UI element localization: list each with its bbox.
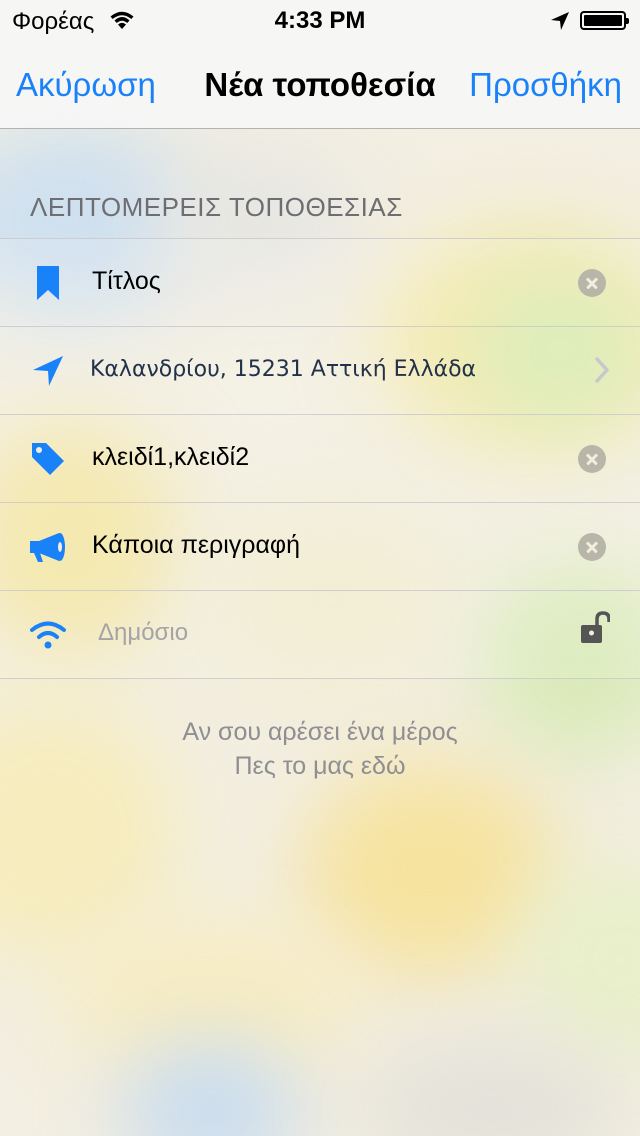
address-field[interactable]: Καλανδρίου, 15231 Αττική Ελλάδα	[90, 357, 550, 382]
title-field[interactable]: Τίτλος	[92, 267, 161, 296]
megaphone-icon	[28, 527, 68, 567]
status-bar: Φορέας 4:33 PM	[0, 0, 640, 40]
description-field[interactable]: Κάποια περιγραφή	[92, 531, 300, 560]
clock-time: 4:33 PM	[274, 7, 366, 34]
description-row[interactable]: Κάποια περιγραφή	[0, 503, 640, 591]
bookmark-icon	[28, 263, 68, 303]
visibility-field[interactable]: Δημόσιο	[98, 619, 188, 647]
address-text: Καλανδρίου, 15231 Αττική Ελλάδα	[90, 357, 477, 382]
footer-line-1: Αν σου αρέσει ένα μέρος	[182, 718, 458, 746]
battery-icon	[580, 11, 629, 30]
clear-description-button[interactable]	[578, 533, 606, 561]
tag-icon	[28, 439, 68, 479]
add-button[interactable]: Προσθήκη	[469, 66, 622, 104]
section-header: ΛΕΠΤΟΜΕΡΕΙΣ ΤΟΠΟΘΕΣΙΑΣ	[30, 192, 403, 222]
navigation-bar: Ακύρωση Νέα τοποθεσία Προσθήκη	[0, 40, 640, 129]
cancel-button[interactable]: Ακύρωση	[16, 66, 156, 104]
footer-line-2: Πες το μας εδώ	[234, 752, 406, 780]
location-details-table: Τίτλος Καλανδρίου, 15231 Αττική Ελλάδα κ…	[0, 238, 640, 679]
clear-tags-button[interactable]	[578, 445, 606, 473]
unlocked-padlock-icon[interactable]	[580, 611, 611, 650]
location-arrow-icon	[550, 11, 570, 36]
visibility-row[interactable]: Δημόσιο	[0, 591, 640, 679]
chevron-right-icon[interactable]	[594, 357, 610, 388]
address-row[interactable]: Καλανδρίου, 15231 Αττική Ελλάδα	[0, 327, 640, 415]
tags-field[interactable]: κλειδί1,κλειδί2	[92, 443, 249, 472]
clear-title-button[interactable]	[578, 269, 606, 297]
tags-row[interactable]: κλειδί1,κλειδί2	[0, 415, 640, 503]
wifi-broadcast-icon	[28, 615, 68, 655]
location-arrow-icon	[28, 351, 68, 391]
title-row[interactable]: Τίτλος	[0, 239, 640, 327]
